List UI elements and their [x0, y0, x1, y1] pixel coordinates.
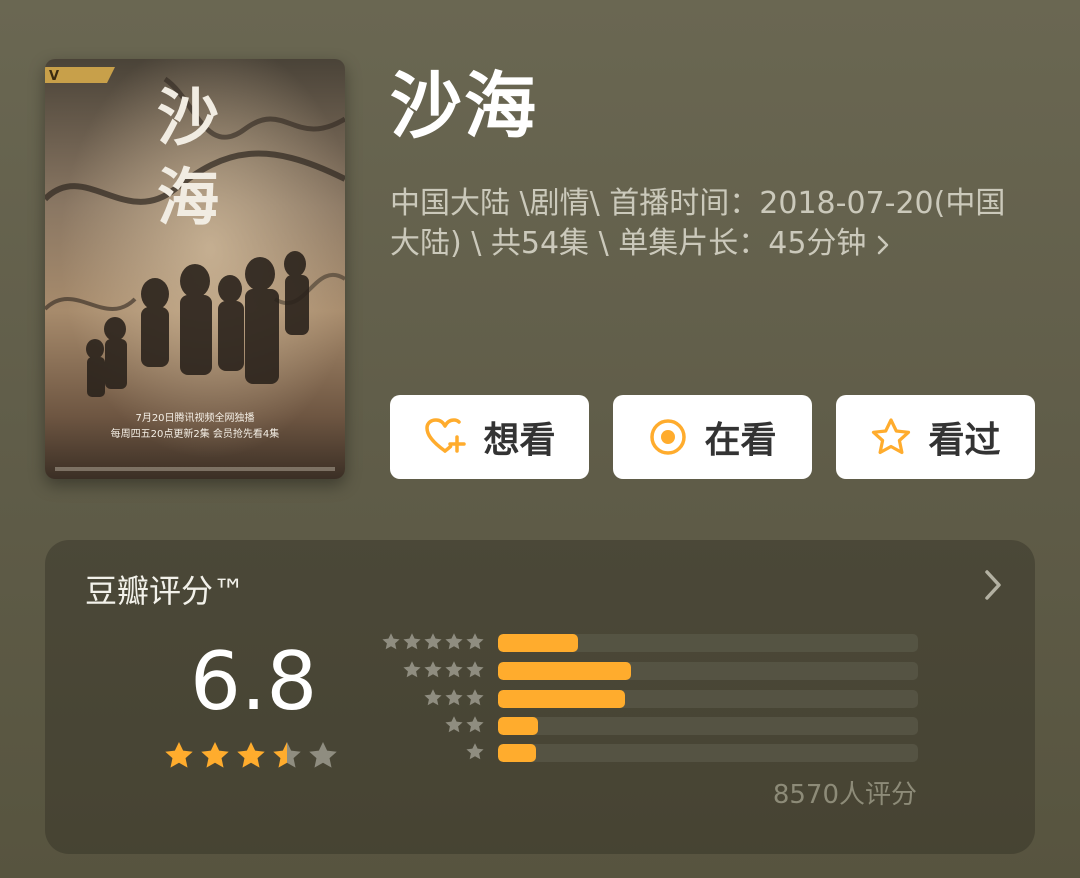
watched-button[interactable]: 看过	[836, 395, 1035, 479]
rating-bar-fill	[498, 690, 625, 708]
star-full-icon	[163, 740, 195, 776]
rating-score: 6.8	[190, 635, 318, 728]
row-stars	[444, 715, 485, 739]
small-star-icon	[444, 660, 464, 684]
row-stars	[402, 660, 485, 684]
poster-caption-2: 每周四五20点更新2集 会员抢先看4集	[111, 427, 280, 440]
small-star-icon	[402, 660, 422, 684]
chevron-right-icon[interactable]	[983, 568, 1003, 606]
small-star-icon	[465, 632, 485, 656]
row-stars	[423, 688, 485, 712]
rating-title: 豆瓣评分™	[85, 572, 246, 610]
small-star-icon	[402, 632, 422, 656]
small-star-icon	[423, 632, 443, 656]
rating-bar-track	[498, 690, 918, 708]
rating-bar-track	[498, 662, 918, 680]
rating-row-4-star	[375, 660, 920, 682]
rating-bar-fill	[498, 717, 538, 735]
row-stars	[465, 742, 485, 766]
rating-bar-fill	[498, 634, 578, 652]
watching-button[interactable]: 在看	[613, 395, 812, 479]
chevron-right-icon	[876, 224, 890, 264]
small-star-icon	[465, 742, 485, 766]
rating-row-1-star	[375, 742, 920, 764]
rating-row-5-star	[375, 632, 920, 654]
poster-badge: V	[49, 69, 59, 84]
star-full-icon	[235, 740, 267, 776]
small-star-icon	[444, 688, 464, 712]
rating-bar-track	[498, 744, 918, 762]
small-star-icon	[381, 632, 401, 656]
want-to-watch-button[interactable]: 想看	[390, 395, 589, 479]
rating-bar-fill	[498, 744, 536, 762]
watched-label: 看过	[928, 420, 1001, 461]
small-star-icon	[444, 632, 464, 656]
small-star-icon	[444, 715, 464, 739]
rating-stars	[163, 740, 339, 776]
douban-rating-card[interactable]: 豆瓣评分™ 6.8 8570人评分	[45, 540, 1035, 854]
rating-bar-track	[498, 717, 918, 735]
watching-label: 在看	[704, 420, 777, 461]
poster-title-char-1: 沙	[157, 81, 219, 154]
poster-title-char-2: 海	[157, 161, 219, 234]
rating-bar-fill	[498, 662, 632, 680]
poster-art: 沙 海 V 7月20日腾讯视频全网独播 每周四五20点更新2集 会员抢先看4集	[45, 59, 345, 479]
poster-caption-1: 7月20日腾讯视频全网独播	[135, 411, 254, 424]
small-star-icon	[465, 715, 485, 739]
star-half-icon	[271, 740, 303, 776]
want-label: 想看	[483, 420, 556, 461]
row-stars	[381, 632, 485, 656]
show-meta-info[interactable]: 中国大陆 \剧情\ 首播时间：2018-07-20(中国大陆) \ 共54集 \…	[390, 184, 1030, 264]
small-star-icon	[423, 660, 443, 684]
small-star-icon	[423, 688, 443, 712]
vote-count: 8570人评分	[772, 780, 917, 810]
star-empty-icon	[307, 740, 339, 776]
rating-bar-track	[498, 634, 918, 652]
star-full-icon	[199, 740, 231, 776]
star-outline-icon	[870, 417, 912, 457]
poster-image[interactable]: 沙 海 V 7月20日腾讯视频全网独播 每周四五20点更新2集 会员抢先看4集	[45, 59, 345, 479]
meta-text: 中国大陆 \剧情\ 首播时间：2018-07-20(中国大陆) \ 共54集 \…	[390, 186, 1006, 261]
rating-row-3-star	[375, 688, 920, 710]
small-star-icon	[465, 660, 485, 684]
rating-row-2-star	[375, 715, 920, 737]
show-title: 沙海	[390, 64, 539, 148]
heart-plus-icon	[423, 417, 467, 457]
target-circle-icon	[648, 417, 688, 457]
small-star-icon	[465, 688, 485, 712]
